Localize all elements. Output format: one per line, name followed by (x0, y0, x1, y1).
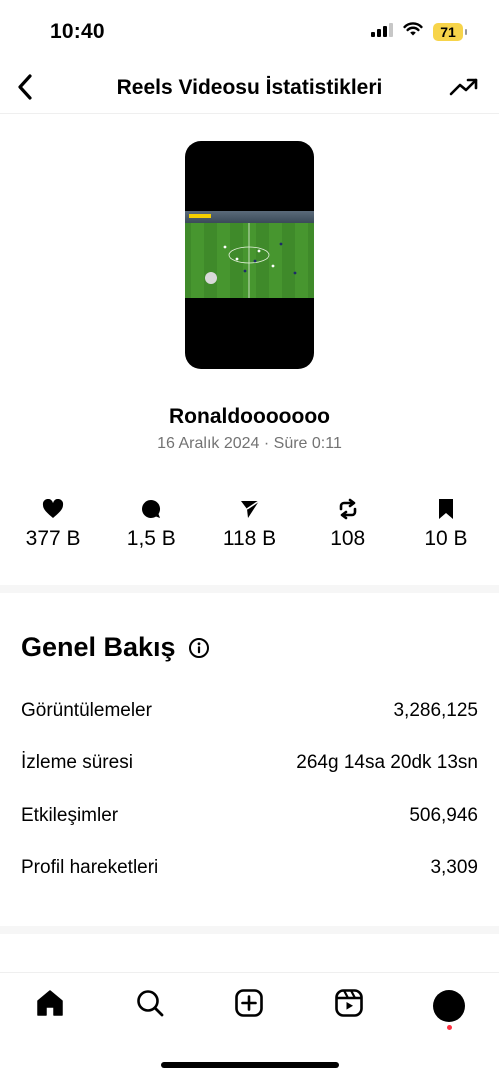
section-divider (0, 926, 499, 934)
home-icon (35, 988, 65, 1023)
nav-reels[interactable] (319, 978, 379, 1034)
row-label: Etkileşimler (21, 805, 119, 826)
row-label: Görüntülemeler (21, 700, 152, 721)
row-value: 3,309 (430, 857, 478, 878)
stat-saves: 10 B (397, 497, 495, 551)
stat-value: 1,5 B (126, 527, 176, 550)
repost-icon (337, 497, 359, 521)
stat-shares: 118 B (200, 497, 298, 551)
video-frame-football-pitch (185, 211, 314, 298)
battery-icon: 71 (433, 23, 467, 41)
stat-value: 377 B (25, 527, 81, 550)
row-label: İzleme süresi (21, 752, 133, 773)
create-icon (234, 988, 264, 1023)
stat-reposts: 108 (299, 497, 397, 551)
reel-meta: 16 Aralık 2024 · Süre 0:11 (157, 435, 342, 452)
section-divider (0, 585, 499, 593)
reel-owner[interactable]: Ronaldooooooo (0, 405, 499, 429)
profile-avatar (433, 989, 466, 1022)
send-icon (239, 497, 261, 521)
trending-up-icon (449, 77, 479, 102)
nav-create[interactable] (219, 978, 279, 1034)
overview-title-text: Genel Bakış (21, 632, 176, 662)
row-label: Profil hareketleri (21, 857, 159, 878)
reel-thumbnail[interactable] (185, 141, 314, 369)
reels-icon (334, 988, 364, 1023)
row-value: 3,286,125 (393, 700, 478, 721)
status-bar: 10:40 71 (0, 0, 499, 66)
heart-icon (42, 497, 64, 521)
info-icon[interactable] (188, 637, 210, 659)
status-icons: 71 (371, 22, 467, 42)
row-value: 264g 14sa 20dk 13sn (296, 752, 478, 773)
engagement-stats: 377 B 1,5 B 118 B 108 10 B (0, 497, 499, 551)
stat-comments: 1,5 B (102, 497, 200, 551)
home-indicator (161, 1062, 339, 1068)
search-icon (135, 988, 165, 1023)
signal-icon (371, 22, 393, 42)
overview-row-profile-activity: Profil hareketleri 3,309 (21, 857, 478, 879)
stat-value: 118 B (222, 527, 277, 550)
wifi-icon (403, 22, 423, 42)
trends-button[interactable] (447, 72, 481, 106)
overview-row-watch-time: İzleme süresi 264g 14sa 20dk 13sn (21, 752, 478, 774)
stat-value: 108 (330, 527, 366, 550)
overview-row-interactions: Etkileşimler 506,946 (21, 805, 478, 827)
page-title: Reels Videosu İstatistikleri (116, 76, 383, 99)
overview-row-views: Görüntülemeler 3,286,125 (21, 700, 478, 722)
bookmark-icon (437, 497, 455, 521)
status-time: 10:40 (50, 20, 105, 43)
header: Reels Videosu İstatistikleri (0, 66, 499, 114)
nav-profile[interactable] (419, 978, 479, 1034)
row-value: 506,946 (409, 805, 478, 826)
stat-likes: 377 B (4, 497, 102, 551)
bottom-navigation (0, 972, 499, 1038)
nav-search[interactable] (120, 978, 180, 1034)
notification-dot (446, 1024, 452, 1030)
overview-section-title: Genel Bakış (21, 632, 210, 663)
stat-value: 10 B (424, 527, 468, 550)
comment-icon (140, 497, 162, 521)
nav-home[interactable] (20, 978, 80, 1034)
